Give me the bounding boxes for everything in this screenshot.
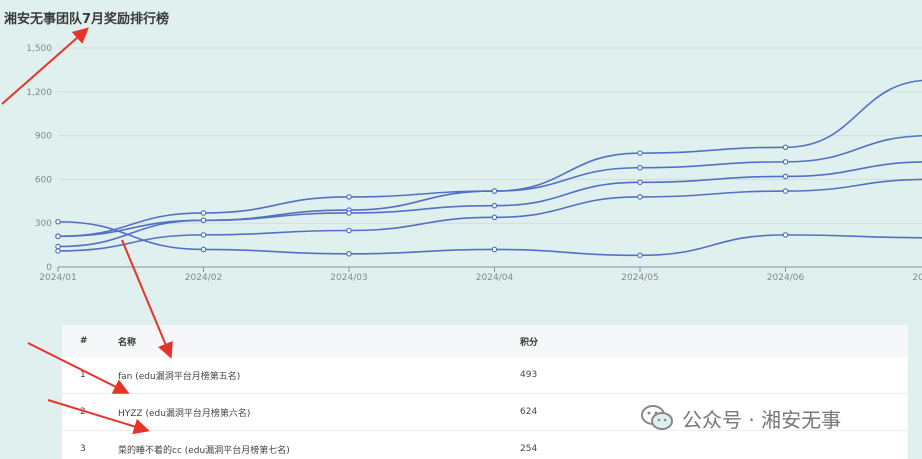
header-rank: # [62,325,117,357]
data-point [200,210,207,216]
data-point [491,214,498,221]
data-point [200,217,207,224]
ranking-table: # 名称 积分 1 fan (edu漏洞平台月榜第五名) 493 2 HYZZ … [62,325,908,459]
table-header-row: # 名称 积分 [62,325,908,357]
data-point [491,202,498,209]
y-tick-label: 0 [46,263,52,273]
y-tick-label: 1,500 [26,44,52,54]
y-tick-label: 1,200 [26,88,52,98]
data-point [200,232,207,238]
y-tick-label: 600 [35,175,52,185]
data-point [782,173,789,180]
data-point [782,144,789,151]
line-chart: 0 300 600 900 1,200 1,500 2024/01 2024/02 2024/0… [26,44,922,283]
data-point [55,233,61,240]
data-point [782,232,789,238]
table-row: 3 菜的睡不着的cc (edu漏洞平台月榜第七名) 254 [62,430,908,459]
data-point [346,194,352,200]
data-point [346,251,352,257]
data-point [637,179,643,186]
row-score: 254 [519,430,908,459]
data-point [637,150,643,156]
header-score: 积分 [519,325,908,357]
data-point [55,248,61,254]
x-tick-label: 2024/04 [476,273,514,283]
data-point [55,218,61,225]
x-tick-label: 2024/05 [621,273,658,283]
row-rank: 2 [62,393,117,431]
header-name: 名称 [117,325,519,357]
data-point [55,243,61,250]
row-name: HYZZ (edu漏洞平台月榜第六名) [117,393,519,431]
x-tick-label: 2024/02 [185,273,222,283]
x-tick-label: 2024/03 [330,273,367,283]
table-row: 1 fan (edu漏洞平台月榜第五名) 493 [62,357,908,394]
data-point [200,246,207,253]
watermark-text: 公众号 · 湘安无事 [682,407,842,432]
row-rank: 3 [62,430,117,459]
series-line [57,178,922,252]
x-tick-label: 2024/06 [767,273,805,283]
series-line [57,161,922,248]
data-point [491,188,498,194]
data-point [782,188,789,194]
data-point [782,159,789,165]
data-point [637,164,643,171]
wechat-watermark: 公众号 · 湘安无事 [640,403,841,433]
y-tick-label: 300 [35,219,52,229]
row-name: 菜的睡不着的cc (edu漏洞平台月榜第七名) [117,430,519,459]
data-point [637,194,643,200]
row-rank: 1 [62,357,117,394]
data-point [346,227,352,234]
data-point [346,210,352,216]
x-tick-label: 2024/01 [39,273,76,283]
wechat-icon [640,403,674,433]
x-tick-label: 2024/07 [912,273,922,283]
series-line [57,220,922,257]
row-score: 493 [519,357,908,394]
y-tick-label: 900 [35,132,52,142]
data-point [637,252,643,259]
series-line [57,79,922,238]
data-point [491,246,498,253]
row-name: fan (edu漏洞平台月榜第五名) [117,357,519,394]
